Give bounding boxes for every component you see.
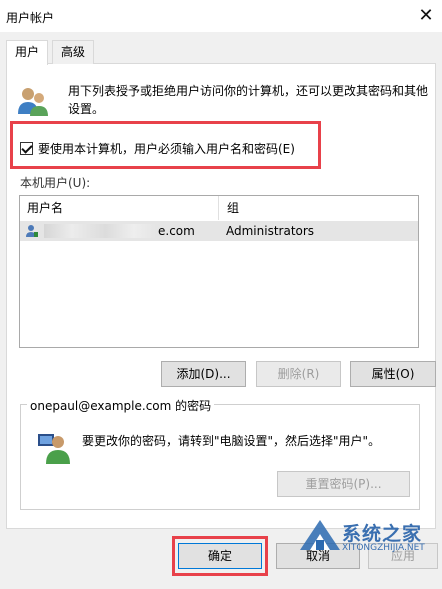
users-icon [18, 88, 48, 116]
column-header-group[interactable]: 组 [218, 196, 418, 220]
column-header-user[interactable]: 用户名 [20, 196, 218, 220]
require-login-row[interactable]: 要使用本计算机，用户必须输入用户名和密码(E) [20, 140, 295, 157]
require-login-checkbox[interactable] [20, 142, 33, 155]
ok-highlight-box [172, 536, 268, 576]
add-button[interactable]: 添加(D)... [161, 361, 246, 387]
table-row[interactable]: e.com Administrators [20, 221, 418, 241]
users-section-label: 本机用户(U): [20, 176, 91, 190]
title-bar: 用户帐户 ✕ [0, 0, 442, 32]
window-title: 用户帐户 [6, 11, 55, 25]
row-username: e.com [158, 224, 195, 238]
row-group: Administrators [226, 224, 315, 238]
reset-password-button[interactable]: 重置密码(P)... [277, 471, 410, 497]
user-password-icon [38, 434, 70, 464]
tab-advanced[interactable]: 高级 [52, 40, 95, 64]
watermark-url: XITONGZHIJIA.NET [342, 543, 425, 553]
password-group-title: onepaul@example.com 的密码 [27, 397, 215, 414]
user-row-icon [26, 225, 38, 237]
close-icon[interactable]: ✕ [414, 4, 438, 28]
remove-button[interactable]: 删除(R) [256, 361, 341, 387]
info-text: 用下列表授予或拒绝用户访问你的计算机，还可以更改其密码和其他设置。 [68, 84, 429, 116]
require-login-label: 要使用本计算机，用户必须输入用户名和密码(E) [38, 142, 295, 156]
tab-users[interactable]: 用户 [6, 40, 49, 65]
watermark-brand: 系统之家 [342, 523, 423, 545]
user-accounts-dialog: 用户帐户 ✕ 用户 高级 用下列表授予或拒绝用户访问你的计算机，还可以更改其密码… [0, 0, 442, 589]
password-hint-text: 要更改你的密码，请转到"电脑设置"，然后选择"用户"。 [82, 434, 381, 448]
properties-button[interactable]: 属性(O) [350, 361, 436, 387]
redacted-username [44, 224, 156, 238]
users-table[interactable]: 用户名 组 e.com Administrators [19, 195, 419, 348]
tab-bar: 用户 高级 [0, 40, 442, 65]
